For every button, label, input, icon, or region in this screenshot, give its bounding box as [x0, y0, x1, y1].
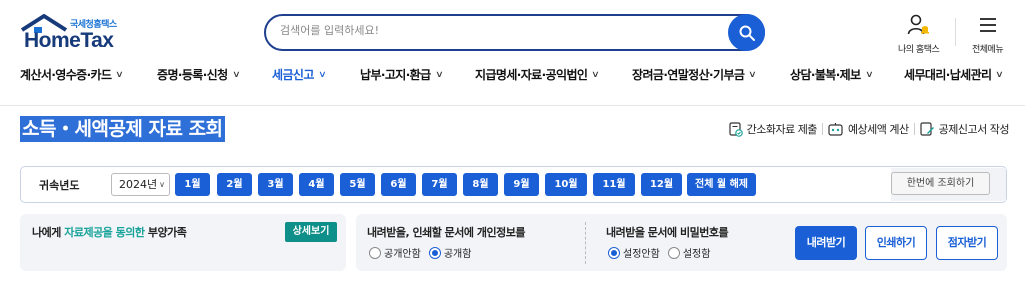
main-nav: 계산서·영수증·카드 ∨ 증명·등록·신청 ∨ 세금신고 ∨ 납부·고지·환급 ∨ 지급… [0, 66, 1025, 94]
document-check-icon [728, 121, 743, 137]
chevron-down-icon: ∨ [591, 69, 600, 80]
nav-divider [0, 105, 1025, 106]
radio-unselected-icon [667, 246, 680, 259]
month-button-1[interactable]: 1월 [175, 173, 210, 196]
deduction-form-link[interactable]: 공제신고서 작성 [920, 121, 1010, 137]
year-select-value: 2024년 [119, 178, 158, 191]
my-hometax-label: 나의 홈택스 [898, 45, 940, 55]
nav-item-label: 상담·불복·제보 [790, 68, 861, 82]
simplified-submit-link[interactable]: 간소화자료 제출 [728, 121, 818, 137]
nav-item-label: 증명·등록·신청 [157, 68, 228, 82]
radio-label: 공개안함 [384, 249, 421, 260]
action-label: 공제신고서 작성 [938, 123, 1010, 136]
title-actions: 간소화자료 제출 예상세액 계산 공제신고서 작성 [728, 121, 1010, 137]
radio-selected-icon [608, 246, 620, 259]
search-bar [264, 14, 765, 51]
nav-item-label: 납부·고지·환급 [360, 68, 431, 82]
nav-item-label: 계산서·영수증·카드 [20, 68, 112, 82]
nav-item-label: 세금신고 [272, 68, 314, 82]
chevron-down-icon: ∨ [864, 69, 874, 80]
chevron-down-icon: ∨ [231, 69, 241, 80]
year-select[interactable]: 2024년 ∨ [111, 173, 170, 196]
consent-description: 나에게 자료제공을 동의한 부양가족 [32, 224, 187, 240]
search-button[interactable] [728, 14, 765, 51]
robot-calculator-icon [828, 122, 843, 136]
user-bell-icon [907, 14, 929, 35]
nav-item-tax-agent[interactable]: 세무대리·납세관리 ∨ [904, 66, 1005, 83]
clear-all-months-button[interactable]: 전체 월 해제 [687, 173, 756, 196]
year-month-panel: 귀속년도 2024년 ∨ 1월 2월 3월 4월 5월 6월 7월 8월 9월 … [20, 166, 1007, 203]
nav-item-label: 지급명세·자료·공익법인 [475, 68, 588, 82]
radio-label: 설정안함 [623, 249, 660, 260]
consent-panel: 나에게 자료제공을 동의한 부양가족 상세보기 [20, 214, 346, 271]
braille-button[interactable]: 점자받기 [936, 226, 998, 260]
page-title: 소득・세액공제 자료 조회 [20, 116, 225, 142]
consent-text-highlight: 자료제공을 동의한 [64, 226, 145, 239]
chevron-down-icon: ∨ [434, 69, 444, 80]
action-separator [913, 123, 915, 135]
month-button-5[interactable]: 5월 [340, 173, 375, 196]
consent-text-before: 나에게 [32, 226, 65, 239]
month-button-12[interactable]: 12월 [641, 173, 682, 196]
chevron-down-icon: ∨ [995, 69, 1005, 80]
year-label: 귀속년도 [39, 179, 80, 192]
action-separator [821, 123, 823, 135]
search-input[interactable] [280, 24, 720, 37]
consent-text-after: 부양가족 [144, 226, 187, 239]
hamburger-menu-icon [979, 18, 996, 32]
month-button-10[interactable]: 10월 [545, 173, 587, 196]
detail-view-button[interactable]: 상세보기 [285, 222, 337, 242]
month-button-9[interactable]: 9월 [504, 173, 539, 196]
month-button-2[interactable]: 2월 [217, 173, 252, 196]
chevron-down-icon: ∨ [317, 69, 327, 80]
month-button-3[interactable]: 3월 [258, 173, 293, 196]
month-button-8[interactable]: 8월 [463, 173, 498, 196]
action-label: 예상세액 계산 [847, 123, 909, 136]
document-edit-icon [920, 121, 934, 136]
month-button-6[interactable]: 6월 [381, 173, 416, 196]
print-button[interactable]: 인쇄하기 [865, 226, 927, 260]
nav-item-receipts[interactable]: 계산서·영수증·카드 ∨ [20, 66, 125, 83]
privacy-radio-group: 공개안함 공개함 [369, 245, 471, 260]
nav-item-tax-return[interactable]: 세금신고 ∨ [272, 66, 327, 83]
privacy-option-show[interactable]: 공개함 [428, 245, 472, 260]
password-option-none[interactable]: 설정안함 [608, 245, 660, 260]
nav-item-year-end[interactable]: 장려금·연말정산·기부금 ∨ [632, 66, 757, 83]
nav-item-label: 장려금·연말정산·기부금 [632, 68, 745, 82]
password-radio-group: 설정안함 설정함 [608, 245, 710, 260]
month-button-7[interactable]: 7월 [422, 173, 457, 196]
options-divider [585, 222, 586, 264]
radio-label: 설정함 [682, 249, 711, 260]
chevron-down-icon: ∨ [115, 69, 125, 80]
estimate-tax-link[interactable]: 예상세액 계산 [828, 121, 909, 137]
my-hometax-button[interactable]: 나의 홈택스 [898, 14, 940, 55]
month-button-11[interactable]: 11월 [593, 173, 635, 196]
logo-english-text: HomeTax [24, 29, 114, 52]
radio-label: 공개함 [443, 249, 472, 260]
action-label: 간소화자료 제출 [746, 123, 818, 136]
password-option-set[interactable]: 설정함 [667, 245, 711, 260]
search-icon [739, 25, 755, 41]
nav-item-payment[interactable]: 납부·고지·환급 ∨ [360, 66, 444, 83]
radio-unselected-icon [369, 246, 381, 259]
radio-selected-icon [428, 246, 441, 259]
nav-item-label: 세무대리·납세관리 [904, 68, 992, 82]
download-button[interactable]: 내려받기 [795, 226, 857, 260]
nav-item-certificates[interactable]: 증명·등록·신청 ∨ [157, 66, 241, 83]
password-question: 내려받을 문서에 비밀번호를 [606, 226, 729, 239]
privacy-option-hide[interactable]: 공개안함 [369, 245, 421, 260]
all-menu-button[interactable]: 전체메뉴 [972, 14, 1004, 55]
all-menu-label: 전체메뉴 [972, 45, 1004, 55]
header-divider [955, 18, 956, 46]
month-button-4[interactable]: 4월 [299, 173, 334, 196]
nav-item-consultation[interactable]: 상담·불복·제보 ∨ [790, 66, 874, 83]
chevron-down-icon: ∨ [159, 180, 165, 189]
chevron-down-icon: ∨ [748, 69, 757, 80]
hometax-logo[interactable]: 국세청홈택스 HomeTax [20, 14, 130, 54]
privacy-question: 내려받을, 인쇄할 문서에 개인정보를 [367, 226, 525, 239]
nav-item-statements[interactable]: 지급명세·자료·공익법인 ∨ [475, 66, 600, 83]
query-once-button[interactable]: 한번에 조회하기 [891, 172, 990, 195]
